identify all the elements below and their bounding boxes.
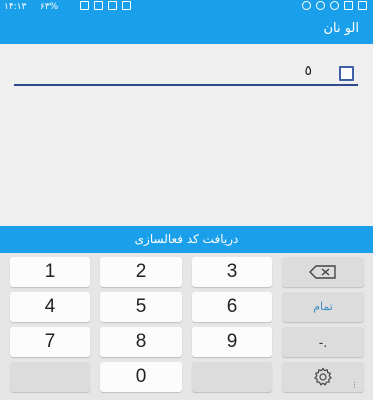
wifi-icon [302,1,311,10]
image-icon [344,1,353,10]
key-0[interactable]: 0 [100,362,182,392]
get-activation-code-button[interactable]: دریافت کد فعالسازی [0,226,373,253]
key-8[interactable]: 8 [100,327,182,357]
status-time: ۱۴:۱۳ [4,2,27,12]
mail-icon [358,1,367,10]
keyboard-settings-key[interactable]: ⋮ [282,362,364,392]
key-3[interactable]: 3 [192,257,272,287]
key-2[interactable]: 2 [100,257,182,287]
get-activation-code-label: دریافت کد فعالسازی [134,232,239,246]
mail-icon [94,1,103,10]
blank-key-right [192,362,272,392]
key-5[interactable]: 5 [100,292,182,322]
status-icons-left [80,1,131,10]
eye-icon [330,1,339,10]
symbol-key[interactable]: -. [282,327,364,357]
image-icon [122,1,131,10]
backspace-icon [309,265,336,279]
page-title: الو نان [323,21,359,36]
blank-key-left [10,362,90,392]
alarm-icon [316,1,325,10]
app-bar: الو نان [0,14,373,44]
done-key[interactable]: تمام [282,292,364,322]
status-icons-right [302,1,367,10]
status-bar: ۱۴:۱۳ ۶۳% [0,0,373,14]
status-battery: ۶۳% [40,2,59,12]
backspace-key[interactable] [282,257,364,287]
activation-code-value: ٥ [304,63,312,79]
key-6[interactable]: 6 [192,292,272,322]
key-4[interactable]: 4 [10,292,90,322]
activation-code-field[interactable]: ٥ [14,58,358,86]
key-9[interactable]: 9 [192,327,272,357]
key-1[interactable]: 1 [10,257,90,287]
gear-icon [314,367,332,386]
numeric-keypad: 1 2 3 4 5 6 تمام 7 8 9 -. 0 ⋮ [0,253,373,400]
usb-icon [108,1,117,10]
more-options-icon: ⋮ [351,382,358,389]
key-7[interactable]: 7 [10,327,90,357]
notes-icon [80,1,89,10]
checkbox[interactable] [339,66,354,81]
